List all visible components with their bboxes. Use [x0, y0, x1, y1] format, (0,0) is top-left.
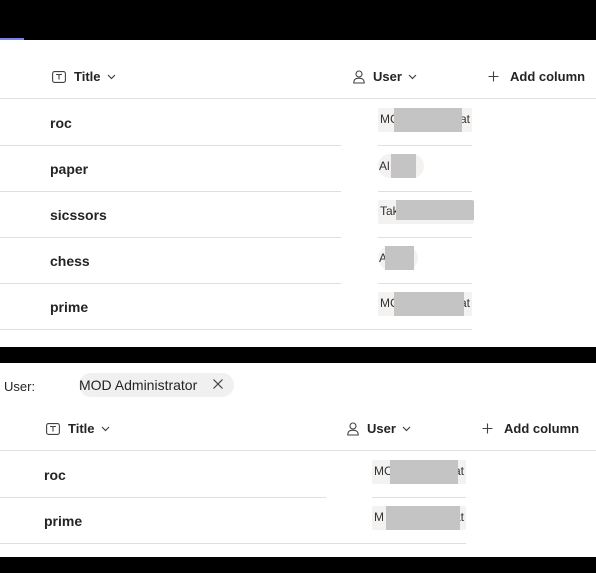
column-title-label: Title [68, 421, 95, 436]
redaction-block [394, 292, 464, 316]
user-cell[interactable]: A [378, 246, 418, 270]
person-icon [347, 421, 359, 436]
plus-icon [488, 71, 499, 82]
column-header-user[interactable]: User [353, 69, 417, 84]
row-title-roc[interactable]: roc [44, 467, 66, 483]
row-divider [378, 283, 472, 284]
row-divider [378, 145, 472, 146]
row-title-chess[interactable]: chess [50, 253, 90, 269]
redaction-block [390, 460, 458, 484]
filter-chip[interactable]: MOD Administrator [79, 373, 234, 397]
user-cell[interactable]: MC at [378, 292, 472, 316]
list-view-unfiltered: Title User Add column roc MC at paper Al [0, 40, 596, 347]
row-title-roc[interactable]: roc [50, 115, 72, 131]
plus-icon [482, 423, 493, 434]
top-black-bar [0, 0, 596, 40]
chevron-down-icon[interactable] [408, 74, 417, 80]
redaction-block [391, 154, 416, 178]
row-divider [0, 283, 341, 284]
text-field-icon [46, 422, 60, 435]
row-title-paper[interactable]: paper [50, 161, 88, 177]
column-user-label: User [373, 69, 402, 84]
column-title-label: Title [74, 69, 101, 84]
header-divider [0, 450, 596, 451]
user-cell[interactable]: Al [378, 154, 424, 178]
row-title-prime[interactable]: prime [50, 299, 88, 315]
text-field-icon [52, 70, 66, 83]
add-column-label: Add column [510, 69, 586, 84]
redaction-block [385, 246, 414, 270]
person-icon [353, 69, 365, 84]
chevron-down-icon[interactable] [107, 74, 116, 80]
column-header-title[interactable]: Title [46, 421, 110, 436]
header-divider [0, 98, 596, 99]
redaction-block [394, 108, 462, 132]
column-header-user[interactable]: User [347, 421, 411, 436]
filter-label: User: [4, 379, 36, 394]
column-header-title[interactable]: Title [52, 69, 116, 84]
user-cell[interactable]: Tak [378, 200, 474, 224]
filter-chip-value: MOD Administrator [79, 377, 198, 393]
bottom-black-bar [0, 557, 596, 573]
close-icon[interactable] [212, 378, 224, 390]
chevron-down-icon[interactable] [101, 426, 110, 432]
list-view-filtered: User: MOD Administrator Title User Add c… [0, 363, 596, 557]
row-divider [378, 237, 472, 238]
row-divider [0, 145, 341, 146]
middle-black-bar [0, 347, 596, 363]
chevron-down-icon[interactable] [402, 426, 411, 432]
row-divider [0, 497, 326, 498]
column-user-label: User [367, 421, 396, 436]
user-cell[interactable]: MC at [372, 460, 466, 484]
row-divider [372, 497, 466, 498]
user-name-fragment: Al [379, 159, 390, 173]
row-title-sicssors[interactable]: sicssors [50, 207, 107, 223]
user-cell[interactable]: MC at [378, 108, 472, 132]
row-divider [378, 191, 472, 192]
add-column-button[interactable]: Add column [488, 69, 585, 84]
row-title-prime[interactable]: prime [44, 513, 82, 529]
user-cell[interactable]: M at [372, 506, 466, 530]
redaction-block [396, 200, 474, 220]
add-column-label: Add column [504, 421, 580, 436]
user-name-fragment: M [374, 510, 384, 524]
row-divider [0, 329, 472, 330]
redaction-block [386, 506, 460, 530]
row-divider [0, 191, 341, 192]
add-column-button[interactable]: Add column [482, 421, 579, 436]
row-divider [0, 543, 466, 544]
row-divider [0, 237, 341, 238]
